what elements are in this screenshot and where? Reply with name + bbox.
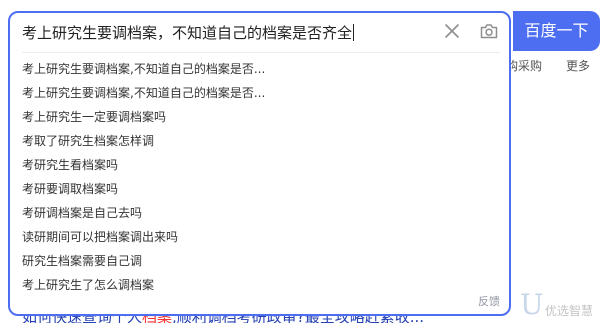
- search-box: 考上研究生要调档案，不知道自己的档案是否齐全 考上研究生要调档案,不知道自己的档…: [8, 11, 511, 316]
- suggestion-item[interactable]: 考上研究生要调档案,不知道自己的档案是否...: [10, 57, 509, 81]
- text-cursor: [353, 24, 355, 41]
- feedback-link[interactable]: 反馈: [478, 293, 500, 309]
- suggestion-item[interactable]: 考上研究生一定要调档案吗: [10, 105, 509, 129]
- watermark-text: 优选智慧: [545, 304, 594, 318]
- watermark-logo-icon: U: [520, 288, 544, 321]
- suggestion-item[interactable]: 考取了研究生档案怎样调: [10, 129, 509, 153]
- suggestion-list: 考上研究生要调档案,不知道自己的档案是否... 考上研究生要调档案,不知道自己的…: [10, 57, 509, 297]
- suggestion-item[interactable]: 考上研究生要调档案,不知道自己的档案是否...: [10, 81, 509, 105]
- nav-item-more[interactable]: 更多: [566, 57, 590, 74]
- nav-item-purchase[interactable]: 购采购: [506, 57, 542, 74]
- dropdown-divider: [22, 52, 500, 53]
- camera-icon[interactable]: [479, 21, 499, 41]
- suggestion-item[interactable]: 研究生档案需要自己调: [10, 249, 509, 273]
- watermark: U 优选智慧: [520, 288, 600, 323]
- search-input[interactable]: 考上研究生要调档案，不知道自己的档案是否齐全: [22, 20, 422, 46]
- suggestion-item[interactable]: 考上研究生了怎么调档案: [10, 273, 509, 297]
- suggestion-item[interactable]: 考研要调取档案吗: [10, 177, 509, 201]
- suggestion-item[interactable]: 考研调档案是自己去吗: [10, 201, 509, 225]
- suggestion-item[interactable]: 读研期间可以把档案调出来吗: [10, 225, 509, 249]
- search-button[interactable]: 百度一下: [513, 11, 600, 51]
- top-nav-partial: 购采购 更多: [500, 57, 600, 77]
- suggestion-item[interactable]: 考研究生看档案吗: [10, 153, 509, 177]
- search-query-text: 考上研究生要调档案，不知道自己的档案是否齐全: [22, 24, 353, 42]
- close-icon[interactable]: [443, 22, 461, 40]
